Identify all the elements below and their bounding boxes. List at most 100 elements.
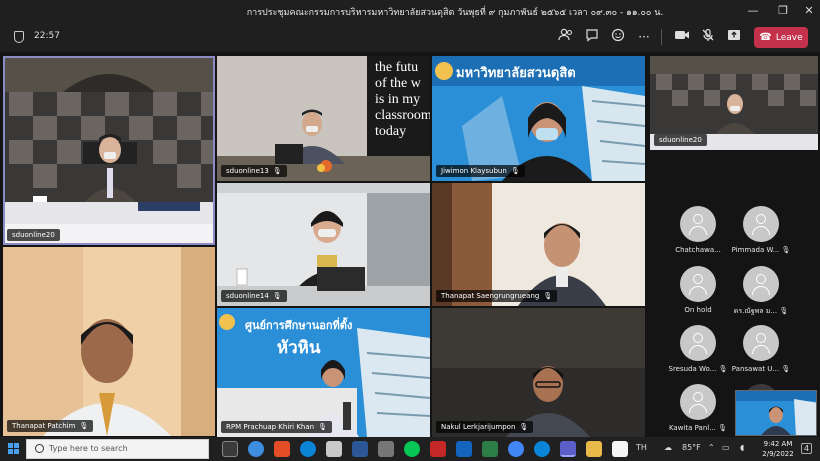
react-icon[interactable] — [608, 28, 628, 46]
mic-muted-icon: 🎙 — [272, 167, 282, 175]
participant-name: sduonline20 — [12, 231, 55, 239]
video-tile[interactable]: sduonline20 — [650, 56, 818, 150]
more-options-button[interactable]: ··· — [634, 28, 654, 46]
people-icon[interactable] — [556, 28, 576, 46]
volume-icon[interactable]: ◖ — [740, 443, 744, 452]
avatar — [680, 325, 716, 361]
system-clock[interactable]: 9:42 AM 2/9/2022 — [758, 439, 798, 459]
chrome-icon[interactable] — [508, 441, 524, 457]
notification-center-icon[interactable]: 4 — [801, 443, 813, 454]
weather-temp[interactable]: 85°F — [682, 443, 701, 452]
video-tile[interactable]: มหาวิทยาลัยสวนดุสิต Jiwimon Klaysubun 🎙 — [432, 56, 645, 181]
participant-name: Jiwimon Klaysubun — [441, 167, 507, 175]
video-feed — [3, 247, 215, 436]
edge-icon[interactable] — [534, 441, 550, 457]
mic-muted-icon[interactable] — [698, 28, 718, 46]
app-icon[interactable] — [378, 441, 394, 457]
network-icon[interactable]: ▭ — [722, 443, 730, 452]
mic-muted-icon: 🎙 — [779, 307, 789, 315]
roster-item[interactable]: Sresuda Wo... 🎙 — [668, 325, 728, 381]
word-icon[interactable] — [352, 441, 368, 457]
leave-button[interactable]: ☎ Leave — [754, 27, 808, 48]
weather-icon[interactable]: ☁ — [664, 443, 672, 452]
roster-item[interactable]: Chatchawa... — [668, 206, 728, 262]
roster-item[interactable]: Kawita Panl... 🎙 — [668, 384, 728, 440]
chrome-icon[interactable] — [248, 441, 264, 457]
mic-muted-icon: 🎙 — [718, 365, 728, 373]
self-view[interactable] — [735, 390, 817, 436]
mic-muted-icon: 🎙 — [79, 422, 89, 430]
roster-item[interactable]: ดร.ณัฐพล ม... 🎙 — [731, 266, 791, 322]
slogan-line: is in my — [375, 92, 421, 107]
roster-name: On hold — [684, 306, 712, 314]
close-window-button[interactable]: ✕ — [796, 2, 820, 20]
minimize-button[interactable]: — — [740, 2, 766, 20]
mic-muted-icon: 🎙 — [781, 365, 791, 373]
meeting-timer: 22:57 — [34, 31, 60, 41]
leave-label: Leave — [775, 33, 803, 43]
video-tile[interactable]: the futu of the w is in my classroom tod… — [217, 56, 430, 181]
file-explorer-icon[interactable] — [586, 441, 602, 457]
windows-start-icon[interactable] — [8, 443, 20, 455]
participant-name-tag: sduonline13 🎙 — [221, 165, 287, 177]
app-icon[interactable] — [326, 441, 342, 457]
campus-banner-text: ศูนย์การศึกษานอกที่ตั้ง หัวหิน — [245, 316, 352, 361]
tray-chevron-icon[interactable]: ⌃ — [708, 443, 715, 452]
language-indicator[interactable]: TH — [636, 443, 647, 452]
avatar — [743, 325, 779, 361]
meeting-toolbar: 22:57 ··· ☎ Leave — [0, 22, 820, 52]
participant-name: sduonline13 — [226, 167, 269, 175]
windows-taskbar: Type here to search TH ☁ 85°F ⌃ ▭ ◖ 9:42… — [0, 437, 820, 461]
app-icon[interactable] — [430, 441, 446, 457]
mic-muted-icon: 🎙 — [519, 423, 529, 431]
teams-icon[interactable] — [560, 441, 576, 457]
powerpoint-icon[interactable] — [274, 441, 290, 457]
university-banner-text: มหาวิทยาลัยสวนดุสิต — [456, 66, 576, 81]
avatar — [680, 384, 716, 420]
participant-name: RPM Prachuap Khiri Khan — [226, 423, 315, 431]
video-feed — [432, 183, 645, 306]
pdf-icon[interactable] — [612, 441, 628, 457]
line-icon[interactable] — [404, 441, 420, 457]
mic-muted-icon: 🎙 — [318, 423, 327, 431]
shield-icon — [14, 31, 24, 43]
video-tile[interactable]: sduonline14 🎙 — [217, 183, 430, 306]
video-tile[interactable]: Thanapat Patchim 🎙 — [3, 247, 215, 436]
excel-icon[interactable] — [482, 441, 498, 457]
camera-icon[interactable] — [672, 28, 692, 46]
participant-name: Thanapat Saengrungrueang — [441, 292, 540, 300]
roster-name-text: Sresuda Wo... — [668, 365, 717, 373]
roster-item[interactable]: On hold — [668, 266, 728, 322]
toolbar-divider — [661, 29, 662, 45]
participant-name-tag: Thanapat Saengrungrueang 🎙 — [436, 290, 558, 302]
roster-name-text: ดร.ณัฐพล ม... — [733, 307, 778, 315]
roster-item[interactable]: Pansawat U... 🎙 — [731, 325, 791, 381]
video-feed — [217, 183, 430, 306]
taskbar-search-box[interactable]: Type here to search — [26, 439, 209, 459]
self-view-feed — [736, 391, 816, 435]
video-tile[interactable]: Thanapat Saengrungrueang 🎙 — [432, 183, 645, 306]
edge-icon[interactable] — [300, 441, 316, 457]
video-tile[interactable]: Nakul Lerkjarijumpon 🎙 — [432, 308, 645, 437]
share-icon[interactable] — [724, 28, 744, 46]
task-view-icon[interactable] — [222, 441, 238, 457]
roster-name: ดร.ณัฐพล ม... 🎙 — [731, 306, 791, 317]
participant-name: Thanapat Patchim — [12, 422, 76, 430]
mic-muted-icon: 🎙 — [510, 167, 520, 175]
maximize-button[interactable]: ❐ — [770, 2, 796, 20]
slogan-line: today — [375, 124, 407, 139]
video-tile[interactable]: sduonline20 — [3, 56, 215, 245]
avatar — [680, 206, 716, 242]
clock-date: 2/9/2022 — [762, 450, 794, 458]
app-icon[interactable] — [456, 441, 472, 457]
chat-icon[interactable] — [582, 28, 602, 46]
roster-name-text: Pimmada W... — [731, 246, 780, 254]
video-tile[interactable]: ศูนย์การศึกษานอกที่ตั้ง หัวหิน RPM Prach… — [217, 308, 430, 437]
roster-name: Chatchawa... — [675, 246, 721, 254]
participant-name: sduonline14 — [226, 292, 269, 300]
roster-item[interactable]: Pimmada W... 🎙 — [731, 206, 791, 262]
video-feed — [3, 56, 215, 245]
classroom-slogan: the futu of the w is in my classroom tod… — [375, 60, 430, 140]
roster-name: Pimmada W... 🎙 — [731, 246, 791, 254]
video-feed — [432, 308, 645, 437]
